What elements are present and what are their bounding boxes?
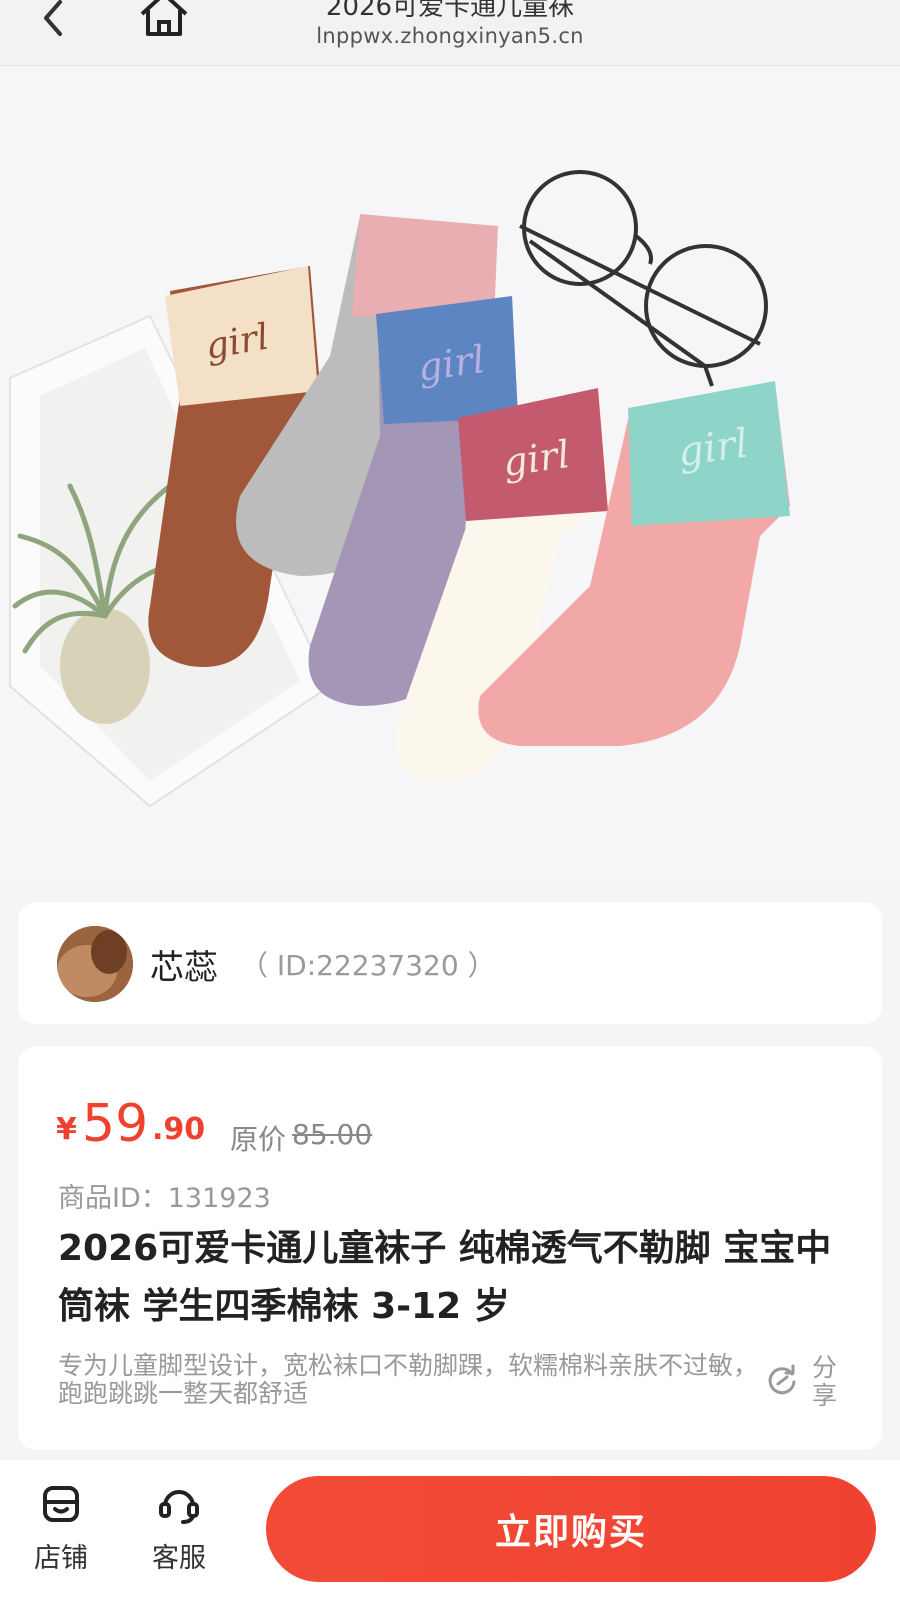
- home-icon: [140, 0, 188, 36]
- product-image[interactable]: girl girl girl girl: [0, 66, 900, 880]
- store-label: 店铺: [34, 1543, 88, 1574]
- customer-service-button[interactable]: 客服: [134, 1482, 224, 1582]
- avatar: [57, 926, 133, 1002]
- currency-symbol: ¥: [56, 1112, 77, 1147]
- price-decimal: .90: [152, 1112, 206, 1147]
- sock-label: girl: [500, 432, 572, 485]
- customer-service-label: 客服: [152, 1543, 206, 1574]
- store-icon: [43, 1486, 79, 1522]
- product-photo: girl girl girl girl: [0, 66, 900, 880]
- bottom-bar: 店铺 客服 立即购买: [0, 1460, 900, 1600]
- top-bar: 2026可爱卡通儿童袜 lnppwx.zhongxinyan5.cn: [0, 0, 900, 66]
- home-button[interactable]: [138, 0, 190, 38]
- sock-label: girl: [675, 421, 751, 476]
- sock-label: girl: [415, 337, 487, 390]
- share-button[interactable]: 分享: [766, 1354, 856, 1414]
- price-integer: 59: [82, 1094, 149, 1154]
- chevron-left-icon: [44, 0, 62, 36]
- shop-card[interactable]: 芯蕊 （ ID:22237320 ）: [18, 902, 882, 1024]
- product-info-card: ¥ 59 .90 原价 85.00 商品ID：131923 2026可爱卡通儿童…: [18, 1046, 882, 1450]
- headset-icon: [159, 1490, 199, 1524]
- share-label: 分享: [812, 1353, 838, 1410]
- original-price: 85.00: [292, 1118, 373, 1151]
- shop-id: （ ID:22237320 ）: [240, 949, 496, 982]
- original-price-label: 原价: [230, 1123, 287, 1156]
- share-icon: [768, 1364, 796, 1395]
- store-button[interactable]: 店铺: [16, 1482, 106, 1582]
- product-title: 2026可爱卡通儿童袜子 纯棉透气不勒脚 宝宝中筒袜 学生四季棉袜 3-12 岁: [58, 1228, 832, 1327]
- shop-name: 芯蕊: [150, 948, 218, 988]
- back-button[interactable]: [36, 0, 72, 40]
- buy-now-button[interactable]: 立即购买: [266, 1476, 876, 1582]
- product-description: 专为儿童脚型设计，宽松袜口不勒脚踝，软糯棉料亲肤不过敏，跑跑跳跳一整天都舒适: [58, 1351, 759, 1408]
- page-url: lnppwx.zhongxinyan5.cn: [316, 24, 584, 48]
- goods-id: 商品ID：131923: [58, 1183, 271, 1214]
- page-title: 2026可爱卡通儿童袜: [325, 0, 575, 22]
